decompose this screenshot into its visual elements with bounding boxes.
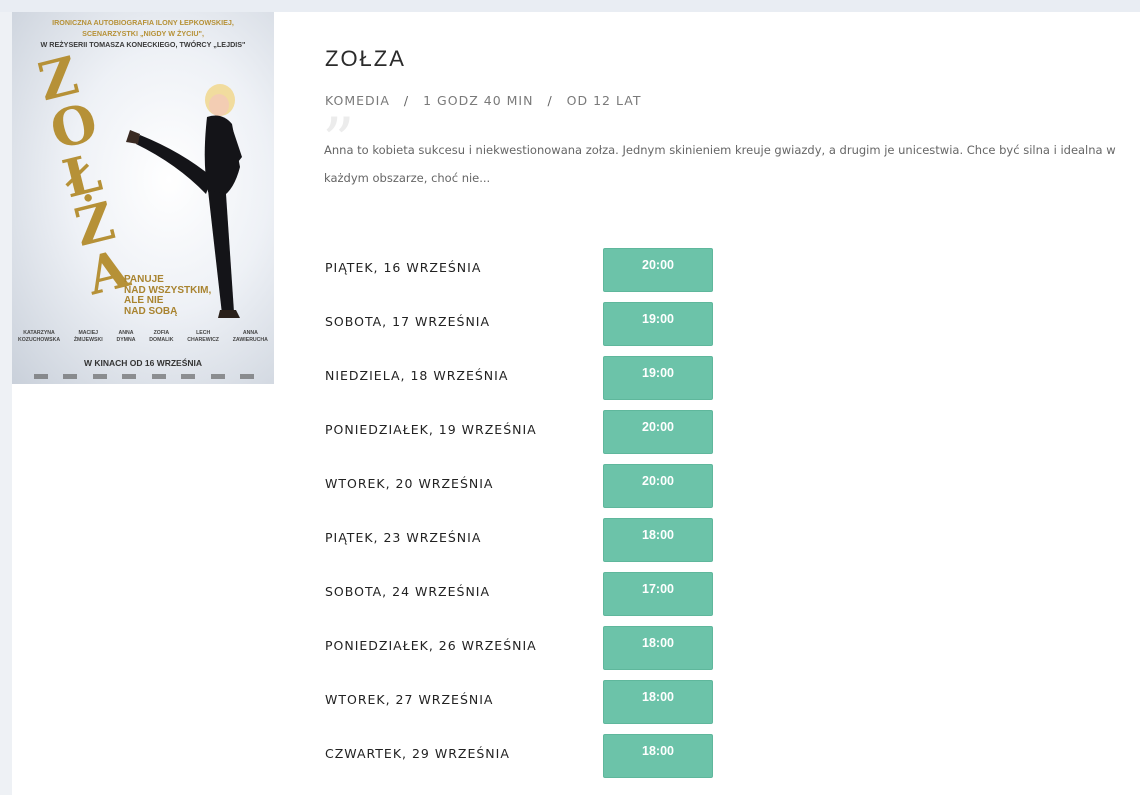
meta-separator: / [547,93,553,108]
showtime-button[interactable]: 19:00 [603,356,713,400]
cast-first-name: ZOFIA [153,330,170,336]
showtime-row: NIEDZIELA, 18 WRZEŚNIA 19:00 [325,356,725,400]
showtime-button[interactable]: 20:00 [603,464,713,508]
showtime-row: WTOREK, 27 WRZEŚNIA 18:00 [325,680,725,724]
sponsor-logo [181,374,196,379]
poster-cast-member: ANNA DYMNA [116,330,135,344]
showtime-row: WTOREK, 20 WRZEŚNIA 20:00 [325,464,725,508]
sponsor-logo [151,374,166,379]
cast-last-name: KOZUCHOWSKA [18,337,61,343]
sponsor-logo [122,374,137,379]
cast-first-name: ANNA [242,330,258,336]
poster-tagline-line: NAD SOBĄ [124,305,178,317]
cast-last-name: DOMALIK [149,337,174,343]
poster-cast: KATARZYNA KOZUCHOWSKA MACIEJ ŻMIJEWSKI ANN… [18,330,268,344]
showtime-row: SOBOTA, 17 WRZEŚNIA 19:00 [325,302,725,346]
poster-cast-member: ANNA ZAWIERUCHA [233,330,268,344]
showtime-button[interactable]: 20:00 [603,410,713,454]
cast-first-name: MACIEJ [78,330,99,336]
top-bar [0,0,1140,12]
showtime-button[interactable]: 20:00 [603,248,713,292]
showtime-button[interactable]: 17:00 [603,572,713,616]
sponsor-logo [239,374,254,379]
movie-duration: 1 GODZ 40 MIN [423,93,534,108]
showtime-day: PONIEDZIAŁEK, 19 WRZEŚNIA [325,422,537,437]
showtime-row: PIĄTEK, 23 WRZEŚNIA 18:00 [325,518,725,562]
sponsor-logo [34,374,48,379]
left-strip [0,12,12,795]
showtime-button[interactable]: 19:00 [603,302,713,346]
showtime-row: PONIEDZIAŁEK, 19 WRZEŚNIA 20:00 [325,410,725,454]
poster-tagline-line: ALE NIE [124,295,164,306]
showtime-row: PIĄTEK, 16 WRZEŚNIA 20:00 [325,248,725,292]
poster-credit-line: SCENARZYSTKI „NIGDY W ŻYCIU", [82,29,204,38]
cast-first-name: KATARZYNA [23,330,55,336]
showtime-button[interactable]: 18:00 [603,626,713,670]
poster-tagline: PANUJE NAD WSZYSTKIM, ALE NIE NAD SOBĄ [124,274,234,317]
showtime-row: SOBOTA, 24 WRZEŚNIA 17:00 [325,572,725,616]
showtime-day: NIEDZIELA, 18 WRZEŚNIA [325,368,509,383]
movie-description: Anna to kobieta sukcesu i niekwestionowa… [324,143,1116,185]
showtime-day: SOBOTA, 24 WRZEŚNIA [325,584,491,599]
sponsor-logo [210,374,225,379]
movie-poster[interactable]: IRONICZNA AUTOBIOGRAFIA ILONY ŁEPKOWSKIE… [12,12,274,384]
showtime-button[interactable]: 18:00 [603,518,713,562]
movie-meta: KOMEDIA / 1 GODZ 40 MIN / OD 12 LAT [325,93,641,108]
showtime-row: CZWARTEK, 29 WRZEŚNIA 18:00 [325,734,725,778]
showtime-day: CZWARTEK, 29 WRZEŚNIA [325,746,510,761]
poster-credit-line: IRONICZNA AUTOBIOGRAFIA ILONY ŁEPKOWSKIE… [52,18,234,27]
showtime-row: PONIEDZIAŁEK, 26 WRZEŚNIA 18:00 [325,626,725,670]
movie-age-rating: OD 12 LAT [566,93,642,108]
cast-last-name: ŻMIJEWSKI [73,337,103,343]
poster-release-date: W KINACH OD 16 WRZEŚNIA [83,358,203,368]
cast-first-name: LECH [196,330,211,336]
poster-cast-member: LECH CHAREWICZ [187,330,219,344]
showtime-day: PONIEDZIAŁEK, 26 WRZEŚNIA [325,638,537,653]
showtime-day: PIĄTEK, 16 WRZEŚNIA [325,260,482,275]
showtime-day: WTOREK, 27 WRZEŚNIA [325,692,494,707]
showtime-day: PIĄTEK, 23 WRZEŚNIA [325,530,482,545]
poster-tagline-line: PANUJE [124,274,164,285]
poster-credits: IRONICZNA AUTOBIOGRAFIA ILONY ŁEPKOWSKIE… [12,17,274,50]
poster-cast-member: ZOFIA DOMALIK [149,330,173,344]
cast-first-name: ANNA [118,330,134,336]
sponsor-logo [92,374,107,379]
poster-sponsor-logos [34,374,254,379]
meta-separator: / [403,93,410,108]
sponsor-logo [63,374,78,379]
cast-last-name: ZAWIERUCHA [232,337,268,343]
showtime-day: WTOREK, 20 WRZEŚNIA [325,476,494,491]
cast-last-name: DYMNA [116,337,136,343]
movie-title: ZOŁZA [325,46,406,71]
poster-cast-member: MACIEJ ŻMIJEWSKI [74,330,103,344]
showtime-button[interactable]: 18:00 [603,734,713,778]
showtime-day: SOBOTA, 17 WRZEŚNIA [325,314,491,329]
cast-last-name: CHAREWICZ [187,337,219,343]
poster-cast-member: KATARZYNA KOZUCHOWSKA [18,330,60,344]
showtime-button[interactable]: 18:00 [603,680,713,724]
